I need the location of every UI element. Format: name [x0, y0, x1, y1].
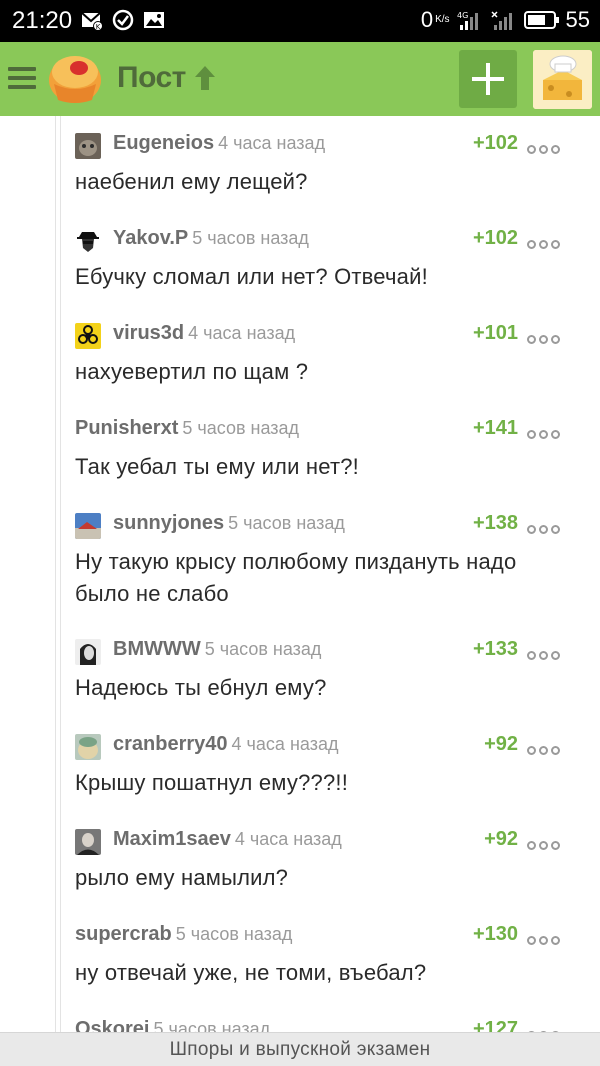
comment-rating: +130 [472, 923, 518, 945]
avatar[interactable] [75, 639, 101, 665]
comment-author[interactable]: Yakov.P 5 часов назад [113, 227, 309, 250]
comment-rating: +133 [472, 638, 518, 660]
svg-text:K: K [96, 23, 101, 31]
comment-text: нахуевертил по щам ? [75, 359, 309, 384]
comment-rating: +92 [484, 733, 518, 755]
comment-time: 5 часов назад [204, 639, 322, 659]
comment-time: 4 часа назад [188, 323, 296, 343]
comment-author[interactable]: sunnyjones 5 часов назад [113, 512, 345, 535]
comment-time: 5 часов назад [228, 513, 345, 533]
comment-author[interactable]: Punisherxt 5 часов назад [75, 417, 299, 440]
comment-author[interactable]: Maxim1saev 4 часа назад [113, 828, 342, 851]
comment-time: 4 часа назад [234, 829, 342, 849]
comment-item: Yakov.P 5 часов назад +102 Ебучку сломал … [75, 227, 575, 293]
comment-text: рыло ему намылил? [75, 865, 289, 890]
comment-item: virus3d 4 часа назад +101 нахуевертил по … [75, 322, 575, 388]
more-options-icon[interactable] [527, 236, 563, 249]
page-title: Пост [117, 61, 186, 94]
battery-level: 55 [565, 7, 590, 32]
avatar[interactable] [75, 734, 101, 760]
comment-item: sunnyjones 5 часов назад +138 Ну такую кр… [75, 512, 575, 610]
comment-author[interactable]: Oskorei 5 часов назад [75, 1018, 270, 1032]
comments-list[interactable]: Eugeneios 4 часа назад +102 наебенил ему … [0, 116, 600, 1032]
pikabu-logo-icon[interactable] [46, 50, 104, 108]
comment-author[interactable]: BMWWW 5 часов назад [113, 638, 321, 661]
comment-text: Ну такую крысу полюбому пиздануть надо б… [75, 549, 517, 606]
comment-rating: +138 [472, 512, 518, 534]
network-unit: K/s [435, 14, 450, 25]
comment-time: 5 часов назад [153, 1019, 271, 1032]
mail-muted-icon: K [81, 12, 103, 31]
comment-time: 5 часов назад [182, 418, 300, 438]
comment-time: 5 часов назад [192, 228, 309, 248]
thread-line [55, 116, 56, 1032]
arrow-up-icon[interactable] [192, 64, 218, 92]
comment-item: Eugeneios 4 часа назад +102 наебенил ему … [75, 132, 575, 198]
comment-item: BMWWW 5 часов назад +133 Надеюсь ты ебнул… [75, 638, 575, 704]
comment-author[interactable]: cranberry40 4 часа назад [113, 733, 338, 756]
network-type: 4G [457, 11, 468, 20]
comment-text: Крышу пошатнул ему???!! [75, 770, 349, 795]
avatar[interactable] [75, 228, 101, 254]
avatar[interactable] [75, 323, 101, 349]
comment-rating: +101 [472, 322, 518, 344]
image-icon [144, 12, 164, 28]
network-speed: 0 [420, 7, 434, 32]
more-options-icon[interactable] [527, 426, 563, 439]
avatar[interactable] [75, 513, 101, 539]
comment-rating: +141 [472, 417, 518, 439]
comment-time: 4 часа назад [218, 133, 326, 153]
app-bar: Пост [0, 42, 600, 116]
post-title-text: Шпоры и выпускной экзамен [169, 1039, 431, 1060]
more-options-icon[interactable] [527, 521, 563, 534]
profile-avatar[interactable] [533, 50, 592, 109]
check-circle-icon [112, 9, 134, 31]
status-right: 0 K/s 4G 55 [421, 7, 590, 33]
signal-4g-icon: 4G [457, 11, 478, 30]
comment-text: Ебучку сломал или нет? Отвечай! [75, 264, 428, 289]
thread-line [60, 116, 61, 1032]
more-options-icon[interactable] [527, 141, 563, 154]
more-options-icon[interactable] [527, 647, 563, 660]
comment-rating: +102 [472, 227, 518, 249]
comment-item: Punisherxt 5 часов назад +141 Так уебал т… [75, 417, 575, 483]
comment-rating: +92 [484, 828, 518, 850]
battery-icon [523, 11, 559, 29]
comment-item: supercrab 5 часов назад +130 ну отвечай у… [75, 923, 575, 989]
comment-author[interactable]: supercrab 5 часов назад [75, 923, 292, 946]
comment-rating: +127 [472, 1018, 518, 1032]
hamburger-icon[interactable] [8, 67, 36, 89]
avatar[interactable] [75, 829, 101, 855]
comment-text: Надеюсь ты ебнул ему? [75, 675, 327, 700]
status-bar: 21:20 K 0 K/s 4G 55 [0, 0, 600, 42]
more-options-icon[interactable] [527, 742, 563, 755]
comment-text: ну отвечай уже, не томи, въебал? [75, 960, 427, 985]
comment-item: Oskorei 5 часов назад +127 [75, 1018, 575, 1032]
avatar[interactable] [75, 133, 101, 159]
comment-author[interactable]: Eugeneios 4 часа назад [113, 132, 325, 155]
status-time: 21:20 [12, 7, 73, 34]
comment-rating: +102 [472, 132, 518, 154]
signal-x-icon [490, 11, 512, 30]
more-options-icon[interactable] [527, 932, 563, 945]
comment-time: 4 часа назад [231, 734, 339, 754]
comment-item: cranberry40 4 часа назад +92 Крышу пошатн… [75, 733, 575, 799]
more-options-icon[interactable] [527, 331, 563, 344]
add-post-button[interactable] [459, 50, 517, 108]
post-title-bar[interactable]: Шпоры и выпускной экзамен [0, 1032, 600, 1066]
cheese-chef-icon [533, 50, 592, 109]
more-options-icon[interactable] [527, 837, 563, 850]
comment-time: 5 часов назад [175, 924, 293, 944]
comment-text: наебенил ему лещей? [75, 169, 308, 194]
comment-item: Maxim1saev 4 часа назад +92 рыло ему намы… [75, 828, 575, 894]
comment-text: Так уебал ты ему или нет?! [75, 454, 359, 479]
comment-author[interactable]: virus3d 4 часа назад [113, 322, 295, 345]
